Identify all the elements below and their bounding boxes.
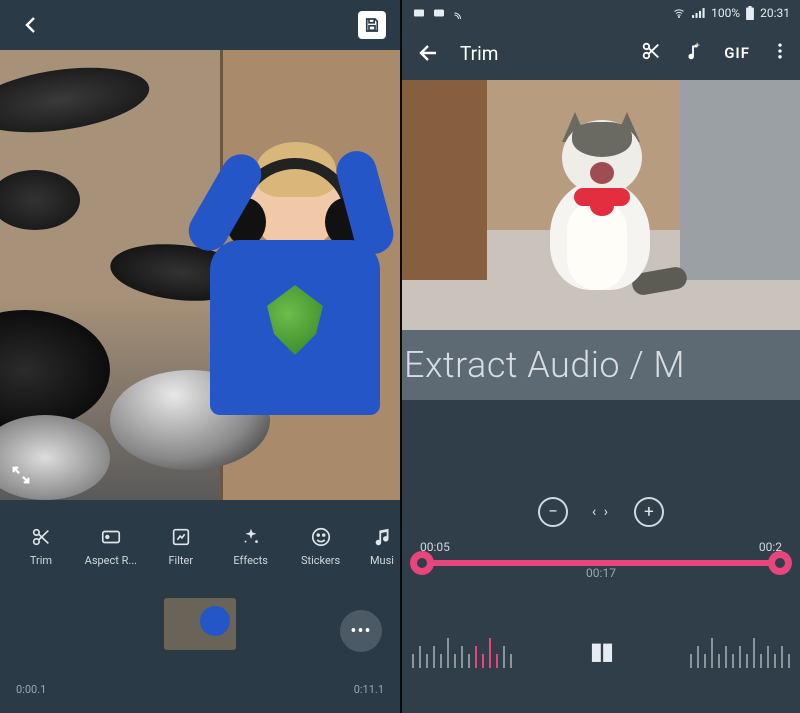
overlay-caption: Extract Audio / M [402,330,800,400]
trim-duration-label: 00:17 [586,566,616,580]
zoom-out-button[interactable]: − [538,497,568,527]
signal-icon [692,7,706,19]
clock-text: 20:31 [760,6,790,20]
trim-header: Trim GIF [402,26,800,80]
scrubber: ▮▮ [402,610,800,713]
timestamp-end: 0:11.1 [354,683,384,696]
trim-handle-start[interactable] [410,551,434,575]
wifi-icon [671,7,687,19]
music-icon [372,526,394,548]
filter-icon [170,526,192,548]
overlay-text: Extract Audio / M [404,344,685,386]
tool-label: Aspect R... [85,554,137,567]
status-bar: 100% 20:31 [402,0,800,26]
editor-screen-main: Trim Aspect R... Filter Effects Stickers… [0,0,400,713]
tool-music[interactable]: Musi [356,526,394,567]
save-button[interactable] [358,11,386,39]
aspect-icon [100,526,122,548]
mail-icon [412,7,426,19]
scrub-ticks-left[interactable] [412,634,512,668]
sparkle-icon [240,526,262,548]
clip-thumbnail[interactable] [164,598,236,650]
tool-label: Filter [168,554,193,567]
back-button[interactable] [14,8,48,42]
tool-filter[interactable]: Filter [146,526,216,567]
cut-button[interactable] [640,40,662,66]
smile-icon [310,526,332,548]
video-preview[interactable] [402,80,800,330]
zoom-controls: − ‹ › + [402,484,800,540]
tool-label: Effects [233,554,268,567]
scissors-icon [30,526,52,548]
gif-button[interactable]: GIF [724,44,750,62]
zoom-reset-button[interactable]: ‹ › [592,504,610,520]
battery-text: 100% [711,6,740,20]
tool-aspect[interactable]: Aspect R... [76,526,146,567]
editor-screen-trim: 100% 20:31 Trim GIF [400,0,800,713]
tool-effects[interactable]: Effects [216,526,286,567]
header [0,0,400,50]
page-title: Trim [460,42,626,65]
add-music-button[interactable] [682,40,704,66]
zoom-in-button[interactable]: + [634,497,664,527]
cast-icon [452,7,466,19]
battery-icon [745,6,755,20]
play-badge-icon [432,7,446,19]
tool-label: Trim [30,554,52,567]
trim-slider[interactable]: 00:05 00:2 00:17 [402,540,800,610]
fullscreen-icon[interactable] [10,464,32,490]
video-preview[interactable] [0,50,400,500]
tool-label: Musi [370,554,394,567]
scrub-ticks-right[interactable] [690,634,790,668]
pause-button[interactable]: ▮▮ [590,637,612,665]
toolbar: Trim Aspect R... Filter Effects Stickers… [0,500,400,592]
tool-label: Stickers [301,554,340,567]
timeline-strip: ••• 0:00.1 0:11.1 [0,592,400,710]
back-button[interactable] [412,36,446,70]
trim-handle-end[interactable] [768,551,792,575]
more-button[interactable]: ••• [340,610,382,652]
tool-stickers[interactable]: Stickers [286,526,356,567]
overflow-menu-button[interactable] [770,41,790,65]
tool-trim[interactable]: Trim [6,526,76,567]
timestamp-start: 0:00.1 [16,683,46,696]
